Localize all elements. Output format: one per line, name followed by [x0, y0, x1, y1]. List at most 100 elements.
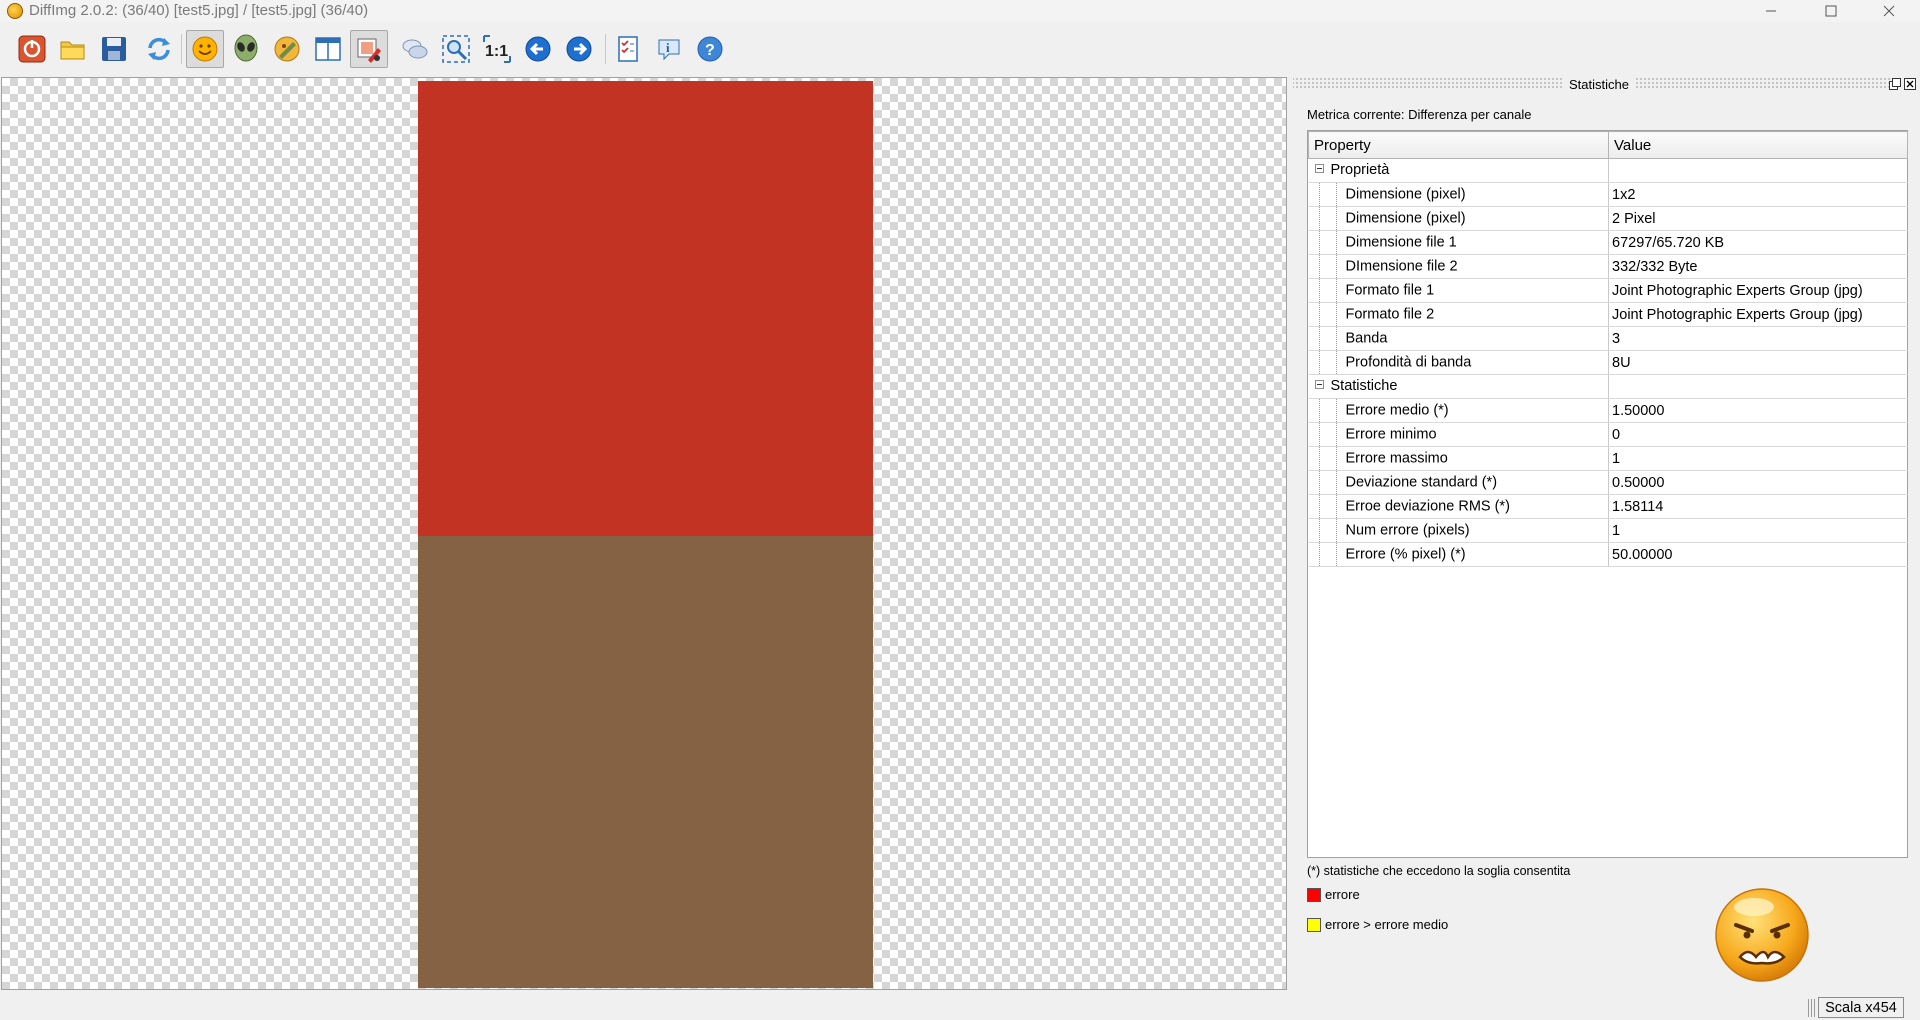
property-name: Deviazione standard (*) — [1345, 474, 1498, 491]
close-button[interactable] — [1866, 0, 1912, 22]
property-value: 1 — [1608, 518, 1908, 543]
current-metric-label: Metrica corrente: Differenza per canale — [1307, 107, 1532, 122]
modified-image-button[interactable] — [227, 30, 265, 68]
property-name: Dimensione (pixel) — [1345, 210, 1466, 227]
previous-button[interactable] — [519, 30, 557, 68]
tree-indent-guide — [1309, 183, 1346, 206]
dock-float-button[interactable] — [1889, 77, 1901, 90]
collapse-toggle-icon[interactable] — [1314, 380, 1324, 390]
app-icon — [7, 3, 23, 19]
dock-close-button[interactable] — [1904, 77, 1916, 90]
legend-label: errore > errore medio — [1325, 917, 1449, 932]
dual-panel-button[interactable] — [309, 30, 347, 68]
property-value: Joint Photographic Experts Group (jpg) — [1608, 302, 1908, 327]
tree-indent-guide — [1309, 471, 1346, 494]
status-bar: Scala x454 — [0, 996, 1920, 1020]
save-button[interactable] — [95, 30, 133, 68]
alien-icon — [234, 34, 258, 62]
tree-indent-guide — [1309, 351, 1346, 374]
threshold-note: (*) statistiche che eccedono la soglia c… — [1307, 864, 1571, 878]
collapse-toggle-icon[interactable] — [1314, 164, 1324, 174]
help-button[interactable]: ? — [691, 30, 729, 68]
save-icon — [102, 37, 126, 61]
property-name: Dimensione file 1 — [1345, 234, 1457, 251]
statistics-dock: Statistiche Metrica corrente: Differenza… — [1293, 77, 1920, 990]
minimize-button[interactable] — [1748, 0, 1794, 22]
legend-swatch-red — [1307, 887, 1321, 902]
table-row[interactable]: DImensione file 2 332/332 Byte — [1308, 254, 1908, 279]
table-row[interactable]: Erroe deviazione RMS (*) 1.58114 — [1308, 494, 1908, 519]
zoom-original-button[interactable]: 1:1 — [478, 30, 516, 68]
table-row[interactable]: Profondità di banda 8U — [1308, 350, 1908, 375]
smiley-icon — [192, 36, 218, 62]
property-table[interactable]: Property Value Proprietà Dimensione (pix… — [1307, 130, 1908, 858]
zoom-fit-icon — [442, 35, 470, 63]
tree-indent-guide — [1309, 231, 1346, 254]
table-row[interactable]: Num errore (pixels) 1 — [1308, 518, 1908, 543]
zoom-scale-label: Scala x454 — [1818, 997, 1904, 1018]
property-value: 1 — [1608, 446, 1908, 471]
float-window-icon — [1889, 78, 1901, 90]
table-row[interactable]: Deviazione standard (*) 0.50000 — [1308, 470, 1908, 495]
chat-bubbles-icon — [402, 39, 428, 59]
group-row-properties[interactable]: Proprietà — [1308, 158, 1908, 183]
column-header-value[interactable]: Value — [1608, 131, 1908, 159]
info-icon: i — [658, 39, 680, 61]
table-row[interactable]: Errore medio (*) 1.50000 — [1308, 398, 1908, 423]
table-row[interactable]: Formato file 1 Joint Photographic Experts… — [1308, 278, 1908, 303]
split-view-icon — [315, 37, 341, 61]
property-name: Errore (% pixel) (*) — [1345, 546, 1466, 563]
maximize-button[interactable] — [1808, 0, 1854, 22]
show-differences-button[interactable] — [350, 30, 388, 68]
checklist-icon — [618, 36, 638, 62]
image-pixel-bottom — [418, 536, 873, 988]
tree-indent-guide — [1309, 423, 1346, 446]
refresh-button[interactable] — [140, 30, 178, 68]
table-row[interactable]: Dimensione file 1 67297/65.720 KB — [1308, 230, 1908, 255]
highlight-error-icon — [357, 38, 381, 63]
compare-button[interactable] — [396, 30, 434, 68]
open-button[interactable] — [54, 30, 92, 68]
open-folder-icon — [60, 41, 85, 60]
property-name: Profondità di banda — [1345, 354, 1472, 371]
next-button[interactable] — [560, 30, 598, 68]
zoom-1-1-icon: 1:1 — [483, 35, 511, 63]
tree-indent-guide — [1309, 519, 1346, 542]
next-arrow-icon — [566, 36, 592, 62]
status-separator — [1808, 999, 1816, 1017]
table-row[interactable]: Banda 3 — [1308, 326, 1908, 351]
legend-label: errore — [1325, 887, 1360, 902]
table-row[interactable]: Errore minimo 0 — [1308, 422, 1908, 447]
legend-error: errore — [1307, 887, 1360, 902]
about-button[interactable]: i — [650, 30, 688, 68]
property-value: 0.50000 — [1608, 470, 1908, 495]
property-value: 332/332 Byte — [1608, 254, 1908, 279]
table-row[interactable]: Errore (% pixel) (*) 50.00000 — [1308, 542, 1908, 567]
tree-indent-guide — [1309, 495, 1346, 518]
paint-blend-icon — [274, 36, 300, 62]
refresh-icon — [148, 37, 170, 61]
table-row[interactable]: Formato file 2 Joint Photographic Experts… — [1308, 302, 1908, 327]
group-row-statistics[interactable]: Statistiche — [1308, 374, 1908, 399]
table-row[interactable]: Dimensione (pixel) 1x2 — [1308, 182, 1908, 207]
image-view[interactable] — [1, 77, 1287, 990]
table-row[interactable]: Errore massimo 1 — [1308, 446, 1908, 471]
preferences-button[interactable] — [609, 30, 647, 68]
property-name: Errore massimo — [1345, 450, 1448, 467]
property-name: Formato file 1 — [1345, 282, 1435, 299]
property-name: Erroe deviazione RMS (*) — [1345, 498, 1510, 515]
zoom-fit-button[interactable] — [437, 30, 475, 68]
table-row[interactable]: Dimensione (pixel) 2 Pixel — [1308, 206, 1908, 231]
window-title: DiffImg 2.0.2: (36/40) [test5.jpg] / [te… — [29, 2, 369, 19]
property-name: DImensione file 2 — [1345, 258, 1458, 275]
property-name: Formato file 2 — [1345, 306, 1435, 323]
svg-text:?: ? — [705, 42, 715, 59]
property-value: 1.50000 — [1608, 398, 1908, 423]
property-value: 1x2 — [1608, 182, 1908, 207]
property-name: Errore medio (*) — [1345, 402, 1449, 419]
difference-image-button[interactable] — [268, 30, 306, 68]
quit-button[interactable] — [13, 30, 51, 68]
column-header-property[interactable]: Property — [1308, 131, 1609, 159]
svg-text:i: i — [666, 40, 670, 55]
original-image-button[interactable] — [186, 30, 224, 68]
